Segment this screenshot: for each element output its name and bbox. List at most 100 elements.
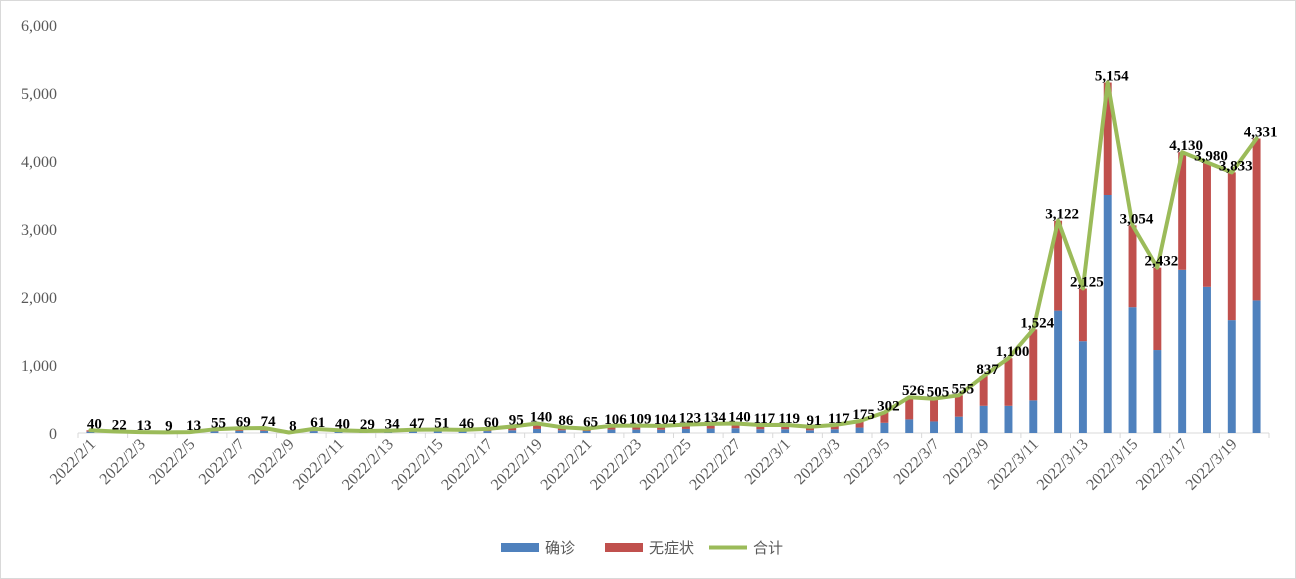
data-label: 106 bbox=[604, 412, 627, 428]
bar-confirmed bbox=[1078, 341, 1087, 433]
data-label: 119 bbox=[778, 411, 800, 427]
legend: 确诊 无症状 合计 bbox=[501, 539, 783, 557]
bar-confirmed bbox=[260, 430, 269, 433]
data-label: 46 bbox=[459, 416, 475, 432]
x-tick-label: 2022/2/21 bbox=[538, 436, 596, 494]
x-tick-label: 2022/3/5 bbox=[841, 436, 893, 488]
bar-asymptomatic bbox=[1029, 329, 1038, 401]
x-tick-label: 2022/2/27 bbox=[686, 436, 744, 494]
data-label: 60 bbox=[484, 415, 499, 431]
bar-confirmed bbox=[1103, 195, 1112, 433]
bar-confirmed bbox=[1128, 307, 1137, 433]
bar-confirmed bbox=[855, 427, 864, 433]
bar-asymptomatic bbox=[1078, 288, 1087, 342]
stacked-bar-line-chart: 0 1,000 2,000 3,000 4,000 5,000 6,000 2022/2/1… bbox=[21, 18, 1278, 557]
bar-confirmed bbox=[607, 429, 616, 433]
bar-confirmed bbox=[1029, 400, 1038, 433]
bar-confirmed bbox=[954, 416, 963, 433]
x-tick-label: 2022/2/23 bbox=[587, 436, 645, 494]
bar-asymptomatic bbox=[1202, 162, 1211, 287]
bar-asymptomatic bbox=[1004, 358, 1013, 406]
data-label: 2,432 bbox=[1144, 254, 1178, 270]
x-tick-label: 2022/3/17 bbox=[1133, 436, 1191, 494]
data-label: 9 bbox=[165, 418, 173, 434]
data-label: 134 bbox=[703, 410, 726, 426]
bar-asymptomatic bbox=[1128, 225, 1137, 308]
x-tick-label: 2022/3/7 bbox=[891, 436, 943, 488]
data-label: 29 bbox=[360, 417, 375, 433]
bar-asymptomatic bbox=[1153, 267, 1162, 351]
data-label: 2,125 bbox=[1070, 275, 1104, 291]
legend-swatch bbox=[501, 543, 539, 552]
bar-confirmed bbox=[582, 430, 591, 433]
legend-swatch bbox=[605, 543, 643, 552]
bar-asymptomatic bbox=[930, 398, 939, 422]
legend-item-total: 合计 bbox=[709, 539, 783, 557]
x-tick-label: 2022/3/13 bbox=[1034, 436, 1092, 494]
bar-confirmed bbox=[433, 431, 442, 433]
bar-confirmed bbox=[483, 431, 492, 433]
data-label: 3,122 bbox=[1045, 207, 1079, 223]
chart-frame: 0 1,000 2,000 3,000 4,000 5,000 6,000 2022/2/1… bbox=[0, 0, 1296, 579]
bar-confirmed bbox=[1004, 405, 1013, 433]
y-tick-label: 5,000 bbox=[21, 86, 57, 103]
data-label: 555 bbox=[952, 381, 975, 397]
y-tick-label: 2,000 bbox=[21, 290, 57, 307]
x-tick-label: 2022/3/19 bbox=[1183, 436, 1241, 494]
data-label: 140 bbox=[728, 409, 751, 425]
x-tick-label: 2022/2/17 bbox=[438, 436, 496, 494]
bar-confirmed bbox=[632, 429, 641, 433]
bar-confirmed bbox=[309, 431, 318, 433]
data-label: 47 bbox=[409, 416, 425, 432]
bar-confirmed bbox=[657, 429, 666, 433]
data-label: 55 bbox=[211, 415, 226, 431]
bar-asymptomatic bbox=[1227, 172, 1236, 321]
data-label: 123 bbox=[679, 411, 702, 427]
bar-series bbox=[86, 82, 1261, 433]
data-label: 74 bbox=[261, 414, 277, 430]
y-tick-label: 3,000 bbox=[21, 222, 57, 239]
bar-asymptomatic bbox=[1252, 138, 1261, 301]
bar-confirmed bbox=[979, 405, 988, 433]
data-label: 140 bbox=[530, 409, 553, 425]
data-label: 86 bbox=[558, 413, 574, 429]
bar-confirmed bbox=[880, 422, 889, 433]
data-label: 4,331 bbox=[1244, 124, 1278, 140]
data-label: 505 bbox=[927, 385, 950, 401]
bar-confirmed bbox=[830, 429, 839, 433]
bar-confirmed bbox=[235, 430, 244, 433]
x-tick-label: 2022/3/11 bbox=[985, 436, 1042, 493]
bar-confirmed bbox=[1054, 310, 1063, 433]
y-tick-label: 0 bbox=[49, 426, 57, 443]
x-tick-label: 2022/2/13 bbox=[339, 436, 397, 494]
data-label: 117 bbox=[754, 411, 776, 427]
bar-confirmed bbox=[930, 421, 939, 433]
data-label: 526 bbox=[902, 383, 925, 399]
data-label: 65 bbox=[583, 415, 598, 431]
data-label: 8 bbox=[289, 418, 297, 434]
bar-confirmed bbox=[1178, 269, 1187, 433]
data-label: 34 bbox=[385, 417, 401, 433]
data-label: 95 bbox=[509, 413, 524, 429]
bar-confirmed bbox=[781, 429, 790, 433]
data-label: 1,524 bbox=[1020, 315, 1054, 331]
x-tick-label: 2022/3/3 bbox=[791, 436, 843, 488]
data-label: 51 bbox=[434, 416, 449, 432]
bar-confirmed bbox=[557, 430, 566, 433]
x-tick-label: 2022/3/1 bbox=[742, 436, 794, 488]
y-axis: 0 1,000 2,000 3,000 4,000 5,000 6,000 bbox=[21, 18, 57, 443]
data-label: 3,833 bbox=[1219, 158, 1253, 174]
data-label: 5,154 bbox=[1095, 69, 1129, 85]
x-tick-label: 2022/2/15 bbox=[389, 436, 447, 494]
x-tick-label: 2022/3/15 bbox=[1083, 436, 1141, 494]
bar-confirmed bbox=[681, 428, 690, 433]
y-tick-label: 1,000 bbox=[21, 358, 57, 375]
bar-confirmed bbox=[706, 428, 715, 433]
data-label: 69 bbox=[236, 414, 251, 430]
bar-confirmed bbox=[905, 419, 914, 433]
bar-confirmed bbox=[756, 429, 765, 433]
x-tick-label: 2022/2/19 bbox=[488, 436, 546, 494]
bar-confirmed bbox=[1202, 286, 1211, 433]
bar-confirmed bbox=[1153, 350, 1162, 433]
legend-label: 合计 bbox=[753, 539, 783, 557]
